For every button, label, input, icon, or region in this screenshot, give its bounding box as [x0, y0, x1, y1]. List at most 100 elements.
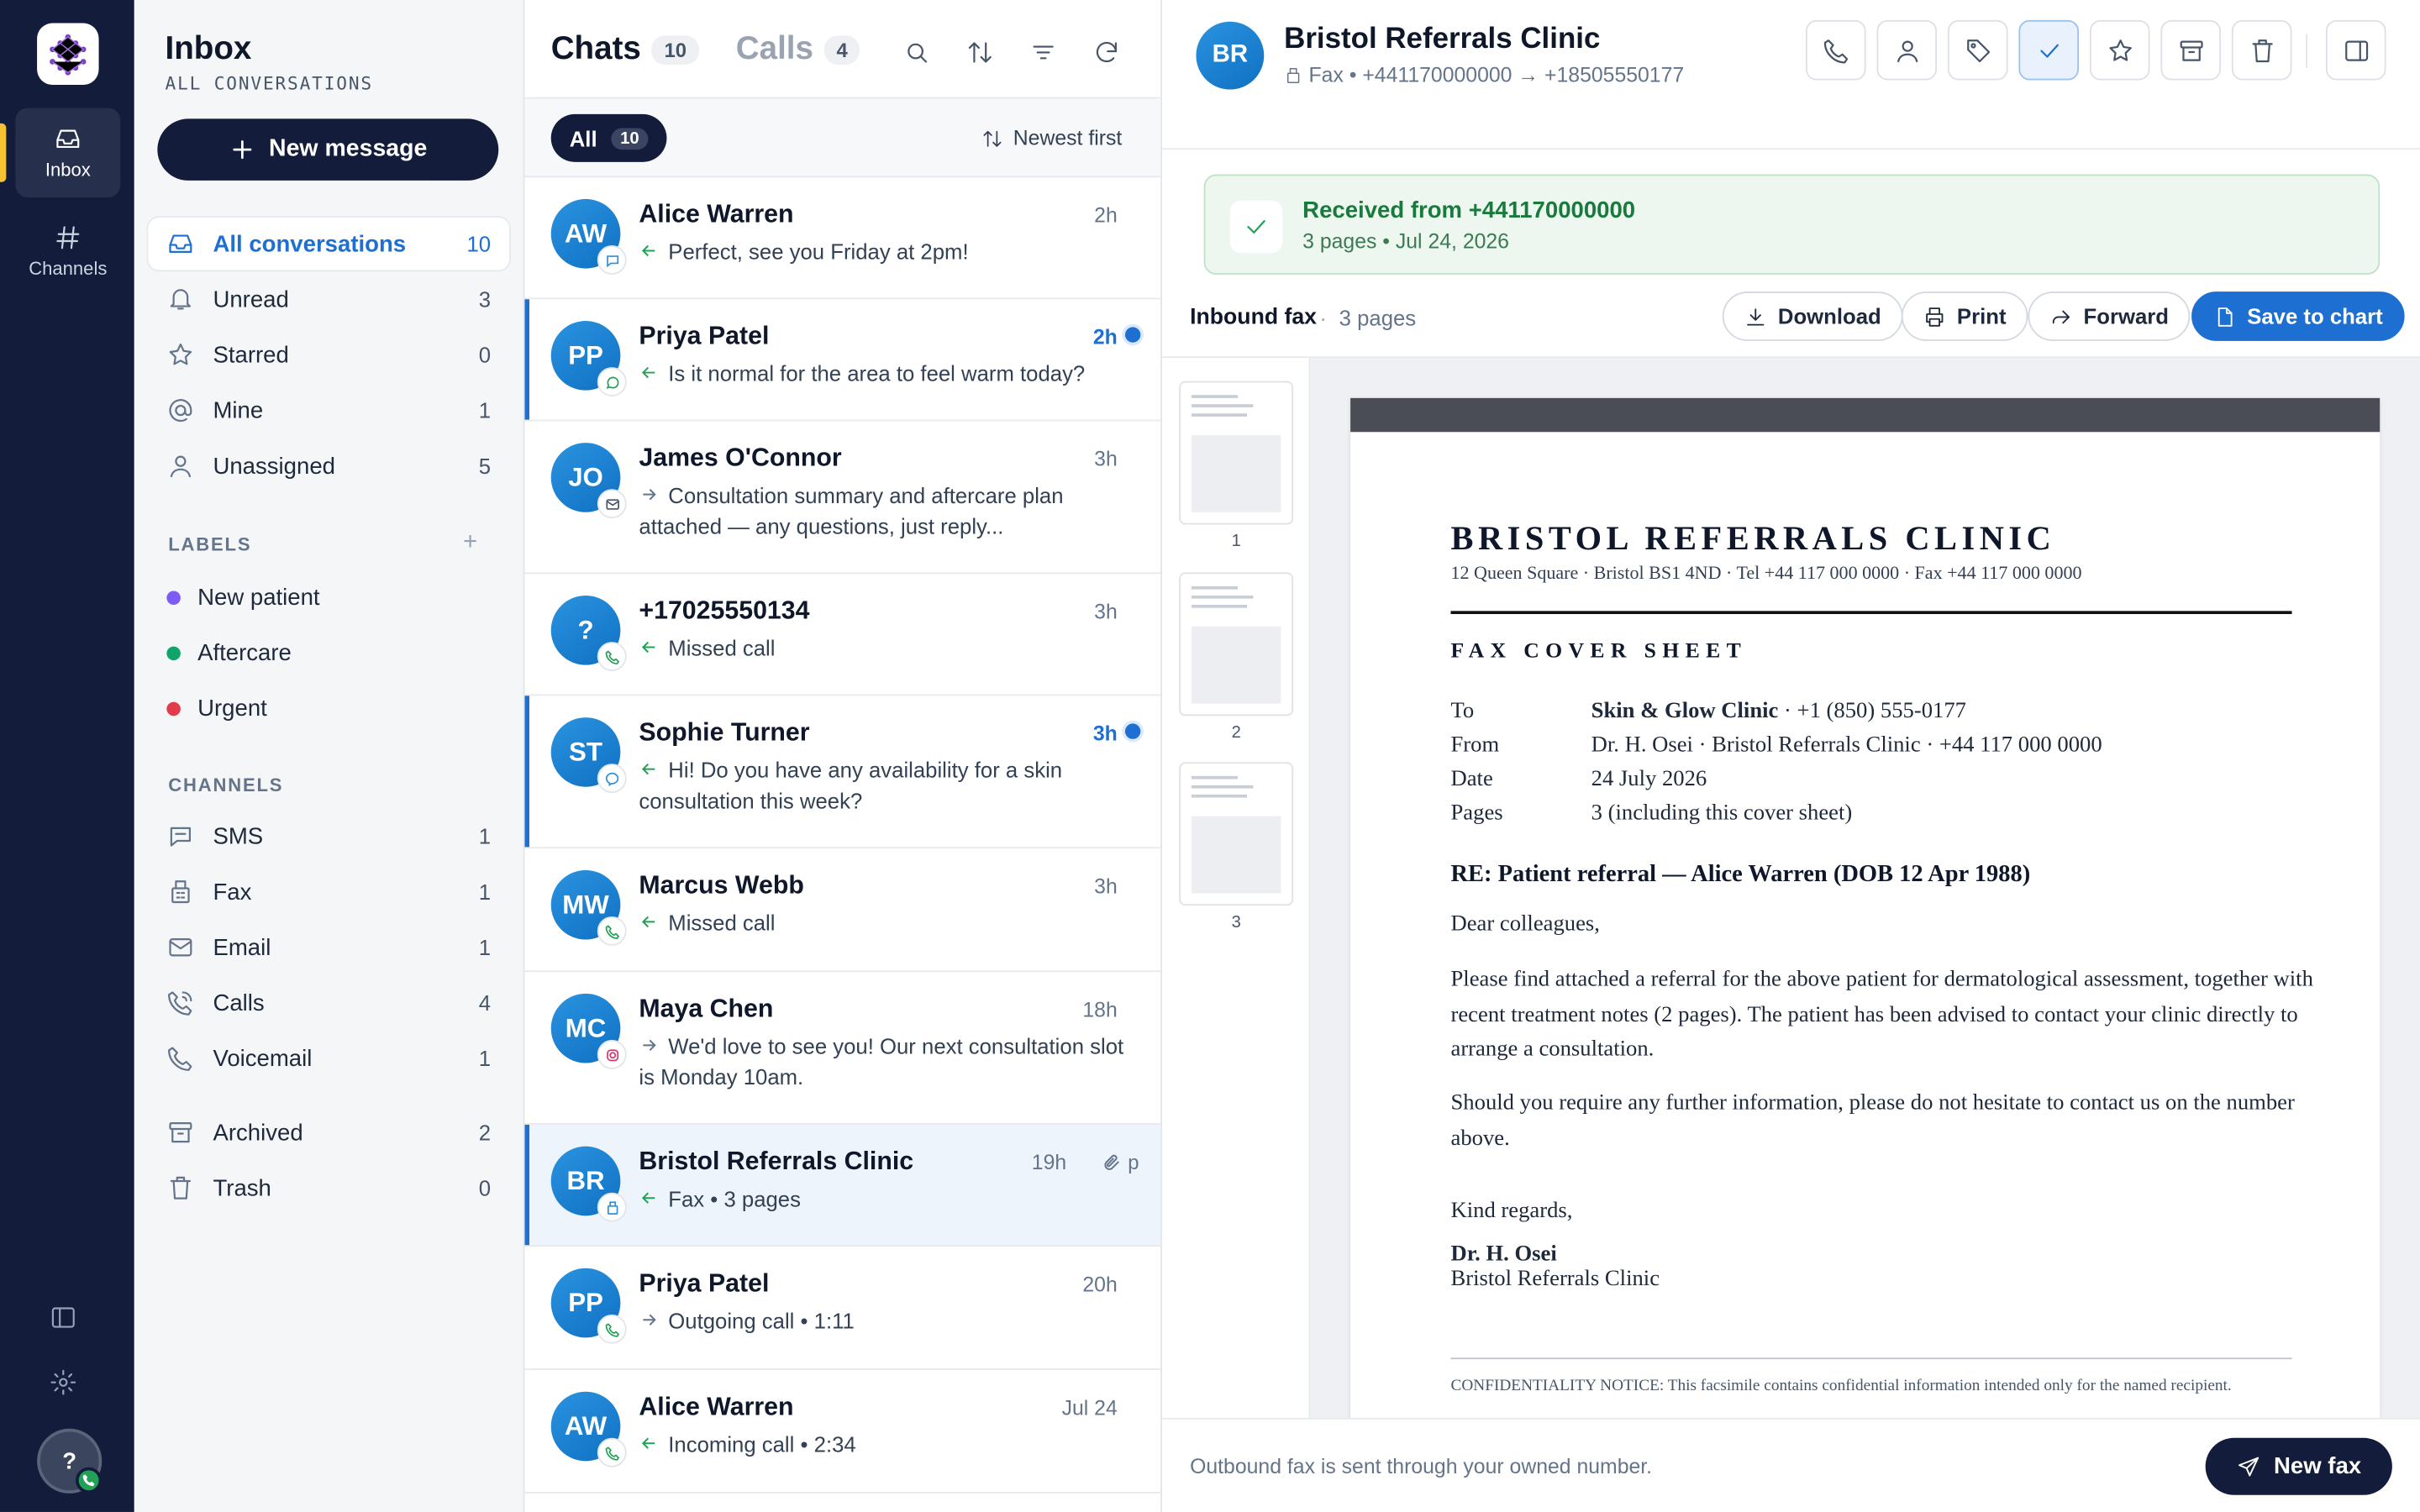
star-button[interactable] [2089, 19, 2150, 81]
contact-name: Alice Warren [639, 200, 794, 228]
conversation-row[interactable]: PP Priya Patel 2h Is it normal for the area… [524, 299, 1161, 422]
channel-voicemail[interactable]: Voicemail 1 [148, 1032, 509, 1084]
incoming-arrow-icon [639, 1185, 659, 1215]
preview-text: Is it normal for the area to feel warm t… [668, 360, 1086, 386]
label-button[interactable] [1947, 19, 2008, 81]
avatar-initials: AW [564, 1410, 608, 1441]
conversation-row[interactable]: MW Marcus Webb 3h Missed call [524, 848, 1161, 973]
conversation-row[interactable]: MC Maya Chen 18h We'd love to see you! Our … [524, 972, 1161, 1125]
fax-rule [1450, 611, 2292, 615]
nav-mine[interactable]: Mine 1 [148, 384, 509, 436]
nav-unassigned[interactable]: Unassigned 5 [148, 439, 509, 491]
new-fax-button[interactable]: New fax [2206, 1437, 2392, 1495]
nav-unread[interactable]: Unread 3 [148, 273, 509, 325]
print-button[interactable]: Print [1901, 291, 2028, 341]
archive-button[interactable] [2160, 19, 2222, 81]
channel-count: 1 [478, 879, 492, 905]
search-icon[interactable] [902, 39, 930, 66]
rail-inbox[interactable]: Inbox [15, 108, 121, 198]
channel-fax[interactable]: Fax 1 [148, 865, 509, 917]
conversation-row[interactable]: AW Alice Warren 2h Perfect, see you Friday … [524, 177, 1161, 300]
message-time: 18h [1082, 998, 1118, 1021]
nav-starred[interactable]: Starred 0 [148, 328, 509, 381]
nav-label: Archived [213, 1119, 303, 1146]
toggle-details-panel-button[interactable] [2325, 19, 2386, 81]
rail-channels[interactable]: Channels [15, 207, 120, 297]
label-aftercare[interactable]: Aftercare [166, 640, 292, 666]
contact-name: Priya Patel [639, 322, 770, 350]
banner-title: Received from +441170000000 [1302, 197, 1636, 224]
filter-icon[interactable] [1029, 39, 1057, 66]
filter-all-pill[interactable]: All 10 [550, 113, 667, 162]
conversation-list: Chats 10 Calls 4 All 10 Newest first AW Alic… [524, 0, 1163, 1512]
fax-clinic-name: BRISTOL REFERRALS CLINIC [1450, 518, 2056, 558]
preview-text: Incoming call • 2:34 [668, 1431, 856, 1457]
fax-separator: · [1319, 305, 1327, 331]
tab-chats[interactable]: Chats 10 [551, 31, 699, 68]
tab-calls[interactable]: Calls 4 [736, 31, 860, 68]
refresh-icon[interactable] [1092, 39, 1120, 66]
label-urgent[interactable]: Urgent [166, 696, 267, 722]
conversation-row[interactable]: JO James O'Connor 3h Consultation summary a… [524, 421, 1161, 575]
filter-all-label: All [569, 125, 597, 151]
message-time: Jul 24 [1061, 1396, 1118, 1420]
channel-sms[interactable]: SMS 1 [148, 810, 509, 862]
phone-channel-badge [597, 642, 627, 671]
page-thumbnail[interactable] [1179, 762, 1294, 906]
new-message-button[interactable]: New message [157, 118, 499, 181]
page-thumbnail[interactable] [1179, 572, 1294, 717]
check-icon [1247, 220, 1265, 234]
nav-all-conversations[interactable]: All conversations 10 [148, 217, 510, 270]
message-preview: Fax • 3 pages [639, 1185, 1133, 1215]
toggle-sidebar-button[interactable] [50, 1304, 77, 1331]
channel-calls[interactable]: Calls 4 [148, 977, 509, 1029]
tab-chats-label: Chats [550, 30, 641, 66]
conversation-row[interactable]: ST Sophie Turner 3h Hi! Do you have any ava… [524, 696, 1161, 849]
page-thumbnail[interactable] [1179, 381, 1294, 525]
contact-avatar: PP [550, 321, 627, 397]
nav-archived[interactable]: Archived 2 [148, 1106, 509, 1158]
label-new-patient[interactable]: New patient [166, 585, 320, 611]
message-preview: Missed call [639, 909, 1133, 939]
download-button[interactable]: Download [1722, 291, 1903, 341]
channel-count: 1 [478, 823, 492, 849]
delete-button[interactable] [2231, 19, 2292, 81]
fax-signer: Dr. H. Osei [1450, 1242, 1557, 1267]
sort-icon[interactable] [966, 39, 994, 66]
hash-icon [56, 226, 80, 249]
conversation-row[interactable]: ? +17025550134 3h Missed call [524, 574, 1161, 696]
contact-name: Priya Patel [639, 1269, 770, 1298]
tab-chats-count: 10 [651, 34, 699, 65]
messenger-icon [605, 771, 618, 786]
user-avatar[interactable]: ? [37, 1428, 103, 1494]
app-logo[interactable] [37, 23, 99, 86]
contact-name: Alice Warren [639, 1393, 794, 1421]
sort-dropdown[interactable]: Newest first [982, 127, 1122, 150]
email-icon [605, 498, 618, 509]
conversation-row[interactable]: AW Alice Warren Jul 24 Incoming call • 2:34 [524, 1370, 1161, 1494]
archive-icon [2179, 39, 2202, 60]
tab-calls-label: Calls [735, 30, 813, 66]
forward-button[interactable]: Forward [2028, 291, 2191, 341]
channel-email[interactable]: Email 1 [148, 921, 509, 974]
fax-pages-label: 3 pages [1339, 305, 1417, 331]
call-button[interactable] [1805, 19, 1866, 81]
nav-trash[interactable]: Trash 0 [148, 1162, 509, 1214]
mark-done-button[interactable] [2018, 19, 2080, 81]
channels-heading: CHANNELS [168, 774, 284, 796]
save-to-chart-button[interactable]: Save to chart [2191, 291, 2405, 341]
phone-status-badge [75, 1467, 103, 1494]
conversation-row[interactable]: BR Bristol Referrals Clinic 19h p Fax • 3 pa… [524, 1124, 1161, 1247]
outgoing-arrow-icon [639, 1307, 659, 1337]
star-icon [2108, 39, 2131, 60]
add-label-button[interactable]: + [463, 529, 477, 557]
conversation-row[interactable]: PP Priya Patel 20h Outgoing call • 1:11 [524, 1247, 1161, 1370]
assign-button[interactable] [1876, 19, 1938, 81]
voicemail-icon [168, 1047, 192, 1071]
sidebar-subtitle: ALL CONVERSATIONS [165, 72, 373, 95]
settings-button[interactable] [50, 1368, 77, 1396]
fax-viewer[interactable]: BRISTOL REFERRALS CLINIC 12 Queen Square… [1310, 358, 2420, 1418]
unread-dot [1124, 327, 1141, 343]
nav-count: 1 [478, 397, 492, 423]
contact-avatar: AW [550, 1391, 627, 1467]
